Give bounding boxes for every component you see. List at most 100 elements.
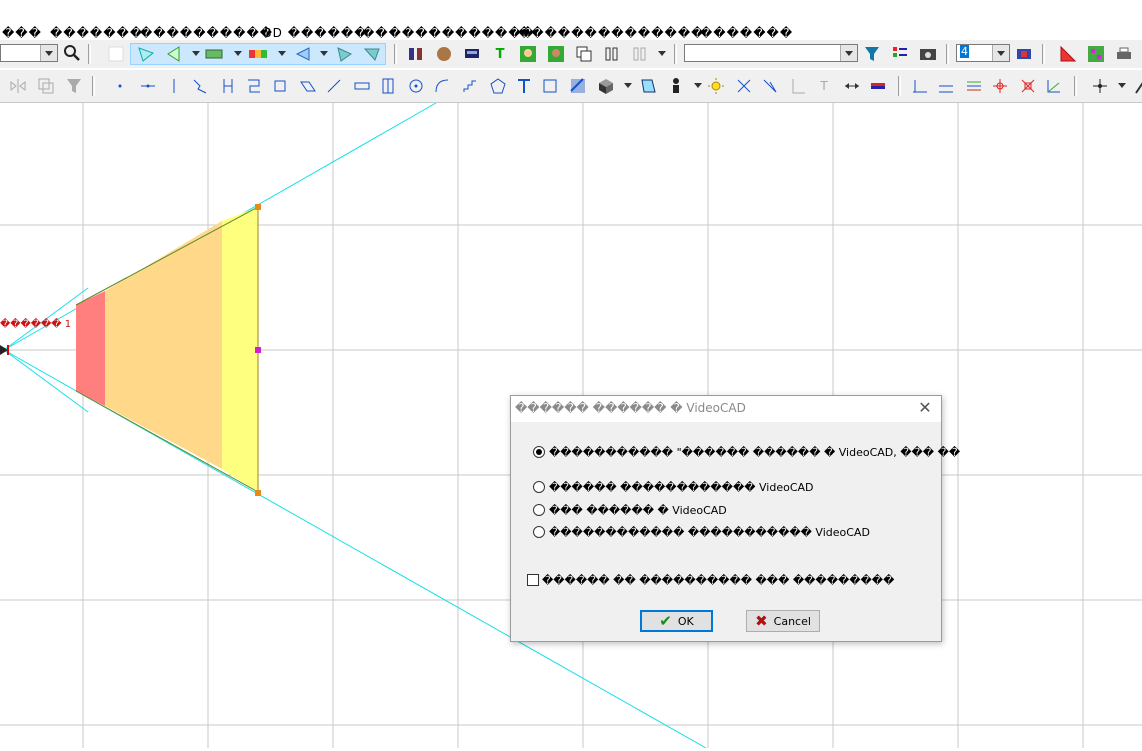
color-zones-icon[interactable]	[248, 44, 268, 64]
dont-show-checkbox[interactable]	[527, 574, 539, 586]
dropdown-arrow-icon[interactable]	[272, 44, 292, 64]
move-icon[interactable]	[990, 76, 1010, 96]
face-icon[interactable]	[434, 44, 454, 64]
vehicle-icon[interactable]	[462, 44, 482, 64]
ruler-icon[interactable]	[1058, 44, 1078, 64]
windows-icon[interactable]	[574, 44, 594, 64]
option-4[interactable]: ������������ ����������� VideoCAD	[533, 523, 870, 541]
double-line-icon[interactable]	[218, 76, 238, 96]
polyline-icon[interactable]	[190, 76, 210, 96]
count-combo-value: 4	[960, 45, 969, 58]
3d-box-icon[interactable]	[596, 76, 616, 96]
camera-angle-icon[interactable]	[334, 44, 354, 64]
text-tool-icon[interactable]: T	[490, 44, 510, 64]
align-bottom-icon[interactable]	[910, 76, 930, 96]
menu-item-1[interactable]: ���	[2, 26, 42, 40]
window-icon[interactable]	[352, 76, 372, 96]
pattern-icon[interactable]	[1086, 44, 1106, 64]
radio-option-3[interactable]	[533, 504, 545, 516]
filter-icon[interactable]	[862, 44, 882, 64]
align-middle-icon[interactable]	[936, 76, 956, 96]
horizontal-line-icon[interactable]	[138, 76, 158, 96]
dropdown-arrow-icon[interactable]	[228, 44, 248, 64]
zone-handle-top	[255, 204, 261, 210]
printer-icon[interactable]	[1114, 44, 1134, 64]
text-disabled-icon: T	[820, 79, 828, 93]
option-1[interactable]: ����������� "������ ������ � VideoCAD, �…	[533, 443, 960, 461]
list-color-icon[interactable]	[890, 44, 910, 64]
camera-box-icon[interactable]	[204, 44, 224, 64]
select-area-icon[interactable]	[638, 76, 658, 96]
angle-tool-icon[interactable]	[760, 76, 780, 96]
ok-button[interactable]: ✔ OK	[640, 610, 713, 632]
cancel-button[interactable]: ✖ Cancel	[746, 610, 820, 632]
menu-item-2[interactable]: �������	[50, 26, 143, 40]
align-rows-icon[interactable]	[964, 76, 984, 96]
polygon-icon[interactable]	[488, 76, 508, 96]
rectangle-icon[interactable]	[270, 76, 290, 96]
pen-icon[interactable]	[1130, 76, 1142, 96]
camera-top-icon[interactable]	[362, 44, 382, 64]
square-icon[interactable]	[540, 76, 560, 96]
option-3[interactable]: ��� ������ � VideoCAD	[533, 501, 727, 519]
dropdown-arrow-icon[interactable]	[652, 44, 672, 64]
arc-icon[interactable]	[432, 76, 452, 96]
ray-tool-icon[interactable]	[734, 76, 754, 96]
vertical-line-icon[interactable]	[164, 76, 184, 96]
wall-icon[interactable]	[244, 76, 264, 96]
dropdown-arrow-icon[interactable]	[618, 76, 638, 96]
light-icon[interactable]	[706, 76, 726, 96]
person-photo-2-icon[interactable]	[546, 44, 566, 64]
scale-icon[interactable]	[1018, 76, 1038, 96]
case-icon[interactable]	[1014, 44, 1034, 64]
close-icon[interactable]: ✕	[917, 399, 933, 417]
point-icon[interactable]	[110, 76, 130, 96]
dialog-title: ������ ������ � VideoCAD	[515, 401, 746, 415]
axes-icon[interactable]	[1044, 76, 1064, 96]
option-3-label: ��� ������ � VideoCAD	[549, 503, 727, 517]
radio-option-1[interactable]	[533, 446, 545, 458]
count-combo[interactable]: 4	[956, 44, 1010, 62]
dropdown-arrow-icon[interactable]	[1112, 76, 1132, 96]
dropdown-arrow-icon[interactable]	[688, 76, 708, 96]
parallelogram-icon[interactable]	[298, 76, 318, 96]
zoom-combo[interactable]	[0, 44, 58, 62]
white-square-icon[interactable]	[106, 44, 126, 64]
radio-option-2[interactable]	[533, 481, 545, 493]
menu-item-3[interactable]: ����������	[140, 26, 273, 40]
stairs-icon[interactable]	[460, 76, 480, 96]
menu-item-7[interactable]: ��������	[598, 26, 704, 40]
radio-option-4[interactable]	[533, 526, 545, 538]
camera-flip-icon[interactable]	[292, 44, 312, 64]
menu-item-6[interactable]: ������	[518, 26, 598, 40]
option-2-label: ������ ������������ VideoCAD	[549, 480, 814, 494]
people-icon[interactable]	[406, 44, 426, 64]
dialog-titlebar[interactable]: ������ ������ � VideoCAD ✕	[511, 396, 941, 422]
camera-photo-icon[interactable]	[918, 44, 938, 64]
option-2[interactable]: ������ ������������ VideoCAD	[533, 478, 814, 496]
cross-icon: ✖	[755, 612, 768, 630]
circle-icon[interactable]	[406, 76, 426, 96]
zoom-search-icon[interactable]	[62, 43, 82, 63]
person-icon[interactable]	[666, 76, 686, 96]
person-photo-icon[interactable]	[518, 44, 538, 64]
diagonal-line-icon[interactable]	[324, 76, 344, 96]
text-box-icon[interactable]	[514, 76, 534, 96]
dropdown-arrow-icon[interactable]	[186, 44, 206, 64]
menu-item-3d[interactable]: 3D ������	[264, 26, 368, 40]
camera-label: ������ 1	[0, 319, 72, 330]
dropdown-arrow-icon[interactable]	[314, 44, 334, 64]
dont-show-checkbox-row[interactable]: ������ �� ���������� ��� ���������	[527, 571, 894, 589]
color-bar-icon[interactable]	[868, 76, 888, 96]
hatch-icon[interactable]	[568, 76, 588, 96]
layer-combo[interactable]	[684, 44, 858, 62]
checkmark-icon: ✔	[659, 612, 672, 630]
door-icon[interactable]	[378, 76, 398, 96]
menu-item-5[interactable]: �������������	[362, 26, 535, 40]
snap-icon[interactable]	[1090, 76, 1110, 96]
resize-h-icon[interactable]	[842, 76, 862, 96]
camera-tool-icon[interactable]	[136, 44, 156, 64]
menu-item-8[interactable]: �������	[700, 26, 793, 40]
camera-view-icon[interactable]	[164, 44, 184, 64]
columns-icon[interactable]	[602, 44, 622, 64]
